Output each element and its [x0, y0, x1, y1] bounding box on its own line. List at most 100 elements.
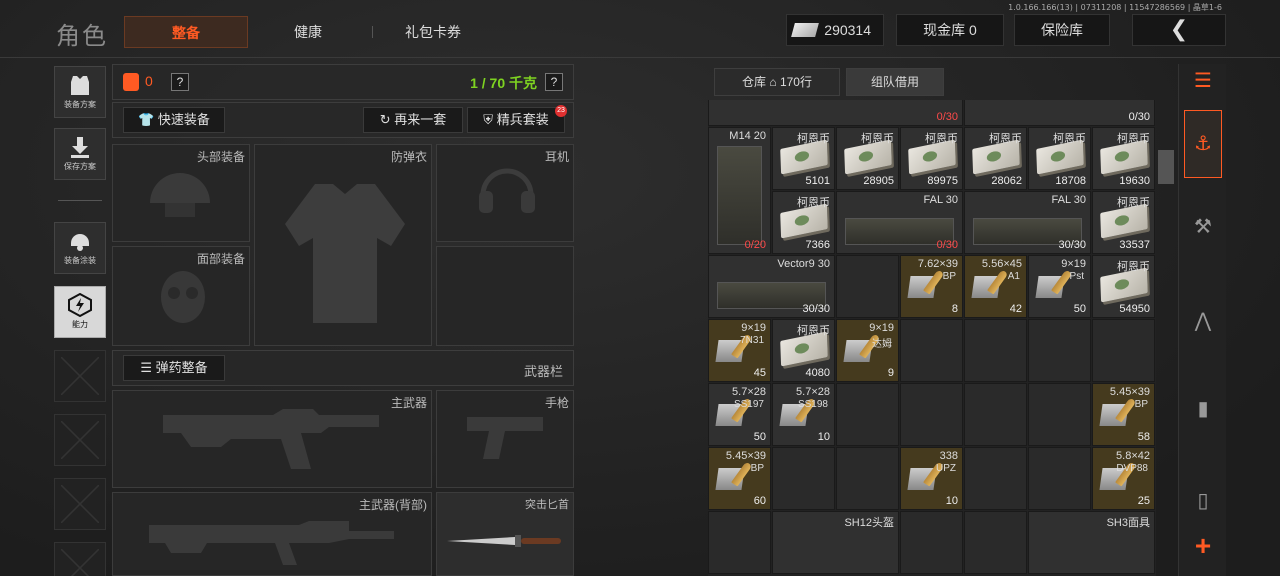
inventory-item[interactable]: SH3面具 [1028, 511, 1155, 574]
inventory-item[interactable]: 5.45×39 BP 58 [1092, 383, 1155, 446]
bullet-icon[interactable]: ▯ [1184, 488, 1222, 528]
primary-back-slot[interactable]: 主武器(背部) [112, 492, 432, 576]
sidebar-item-ability[interactable]: 能力 [54, 286, 106, 338]
grid-empty-cell [836, 255, 899, 318]
inventory-item[interactable]: 5.7×28 SS198 10 [772, 383, 835, 446]
cash-vault-button[interactable]: 现金库 0 [896, 14, 1004, 46]
tab-health[interactable]: 健康 [252, 16, 364, 48]
inventory-item[interactable]: 柯恩币 28905 [836, 127, 899, 190]
knife-slot[interactable]: 突击匕首 [436, 492, 574, 576]
inventory-item[interactable]: 0/30 [964, 100, 1155, 126]
inventory-item[interactable]: 柯恩币 4080 [772, 319, 835, 382]
inventory-item[interactable]: 5.7×28 SS197 50 [708, 383, 771, 446]
headset-slot[interactable]: 耳机 [436, 144, 574, 242]
item-quantity: 45 [753, 367, 766, 379]
item-name: 柯恩币 [1117, 133, 1150, 145]
tab-equip[interactable]: 整备 [124, 16, 248, 48]
inventory-item[interactable]: SH12头盔 [772, 511, 899, 574]
grid-scrollbar[interactable] [1158, 150, 1174, 184]
helmet-filter-icon[interactable]: ⚓ [1184, 110, 1222, 178]
item-name: SH12头盔 [844, 517, 894, 529]
inventory-item[interactable]: 柯恩币 89975 [900, 127, 963, 190]
tab-divider [372, 26, 373, 38]
backpack-icon[interactable]: ⚒ [1184, 214, 1222, 254]
inventory-item[interactable]: 7.62×39 BP 8 [900, 255, 963, 318]
item-subtype: Pst [1069, 271, 1084, 282]
magazine-icon[interactable]: ▮ [1184, 396, 1222, 436]
pistol-slot[interactable]: 手枪 [436, 390, 574, 488]
inventory-item[interactable]: 柯恩币 19630 [1092, 127, 1155, 190]
item-subtype: SS198 [797, 399, 828, 410]
weight-display: 1 / 70 千克 [470, 75, 537, 91]
head-slot[interactable]: 头部装备 [112, 144, 250, 242]
quick-equip-button[interactable]: 👕 快速装备 [123, 107, 225, 133]
stack-icon[interactable]: ☰ [1184, 68, 1222, 108]
slot-label: 面部装备 [196, 252, 245, 266]
inventory-item[interactable]: FAL 30 30/30 [964, 191, 1091, 254]
inventory-item[interactable]: 9×19 Pst 50 [1028, 255, 1091, 318]
inventory-item[interactable]: M14 20 0/20 [708, 127, 771, 254]
inventory-item[interactable]: 柯恩币 7366 [772, 191, 835, 254]
inventory-item[interactable]: 柯恩币 18708 [1028, 127, 1091, 190]
item-quantity: 0/20 [744, 239, 766, 251]
inventory-item[interactable]: 5.8×42 DVP88 25 [1092, 447, 1155, 510]
grid-empty-cell [1028, 383, 1091, 446]
item-name: FAL 30 [923, 194, 958, 206]
item-name: Vector9 30 [777, 258, 830, 270]
inventory-item[interactable]: 338 UPZ 10 [900, 447, 963, 510]
ammo-equip-button[interactable]: ☰ 弹药整备 [123, 355, 225, 381]
help-icon[interactable]: ? [171, 73, 189, 91]
extra-slot[interactable] [436, 246, 574, 346]
item-quantity: 28905 [863, 175, 894, 187]
item-name: 338 [939, 450, 958, 462]
item-quantity: 4080 [805, 367, 830, 379]
item-quantity: 7366 [805, 239, 830, 251]
elite-badge: 23 [555, 105, 567, 117]
item-name: 柯恩币 [989, 133, 1022, 145]
inventory-item[interactable]: Vector9 30 30/30 [708, 255, 835, 318]
sidebar-item-label: 保存方案 [64, 162, 96, 171]
inventory-item[interactable]: 9×19 7N31 45 [708, 319, 771, 382]
rifle-icon[interactable]: ⋀ [1184, 308, 1222, 348]
rifle-back-silhouette-icon [149, 521, 394, 565]
sidebar-divider [58, 200, 102, 201]
inventory-item[interactable]: 柯恩币 33537 [1092, 191, 1155, 254]
item-name: 5.56×45 [981, 258, 1022, 270]
inventory-item[interactable]: 9×19 达姆 9 [836, 319, 899, 382]
item-quantity: 10 [817, 431, 830, 443]
weight-help-icon[interactable]: ? [545, 73, 563, 91]
armor-slot[interactable]: 防弹衣 [254, 144, 432, 346]
sidebar-item-paint[interactable]: 装备涂装 [54, 222, 106, 274]
warehouse-grid[interactable]: 0/30 0/30 M14 20 0/20 柯恩币 5101 柯恩币 28905 柯恩币 8997… [708, 100, 1156, 576]
item-name: 柯恩币 [1117, 261, 1150, 273]
currency-display[interactable]: 290314 [786, 14, 884, 46]
sidebar-item-save[interactable]: 保存方案 [54, 128, 106, 180]
item-subtype: BP [750, 463, 764, 474]
sidebar-item-loadout[interactable]: 装备方案 [54, 66, 106, 118]
item-name: 柯恩币 [925, 133, 958, 145]
sidebar-item-label: 装备涂装 [64, 256, 96, 265]
add-icon[interactable]: + [1184, 530, 1222, 570]
inventory-item[interactable]: 0/30 [708, 100, 963, 126]
tab-team-borrow[interactable]: 组队借用 [846, 68, 944, 96]
inventory-item[interactable]: FAL 30 0/30 [836, 191, 963, 254]
inventory-item[interactable]: 柯恩币 28062 [964, 127, 1027, 190]
face-slot[interactable]: 面部装备 [112, 246, 250, 346]
inventory-item[interactable]: 5.56×45 A1 42 [964, 255, 1027, 318]
tab-warehouse[interactable]: 仓库 ⌂ 170行 [714, 68, 840, 96]
knife-icon [447, 535, 561, 547]
elite-set-button[interactable]: ⛨ 精兵套装 [467, 107, 565, 133]
inventory-item[interactable]: 柯恩币 5101 [772, 127, 835, 190]
back-button[interactable]: ❮ [1132, 14, 1226, 46]
inventory-item[interactable]: 5.45×39 BP 60 [708, 447, 771, 510]
item-quantity: 54950 [1119, 303, 1150, 315]
inventory-item[interactable]: 柯恩币 54950 [1092, 255, 1155, 318]
equip-again-button[interactable]: ↻ 再来一套 [363, 107, 463, 133]
item-name: 柯恩币 [797, 325, 830, 337]
tab-gift[interactable]: 礼包卡券 [378, 16, 488, 48]
primary-weapon-slot[interactable]: 主武器 [112, 390, 432, 488]
ammo-bar: ☰ 弹药整备 武器栏 [112, 350, 574, 386]
download-icon [71, 137, 89, 158]
insurance-button[interactable]: 保险库 [1014, 14, 1110, 46]
slot-label: 耳机 [544, 150, 569, 164]
